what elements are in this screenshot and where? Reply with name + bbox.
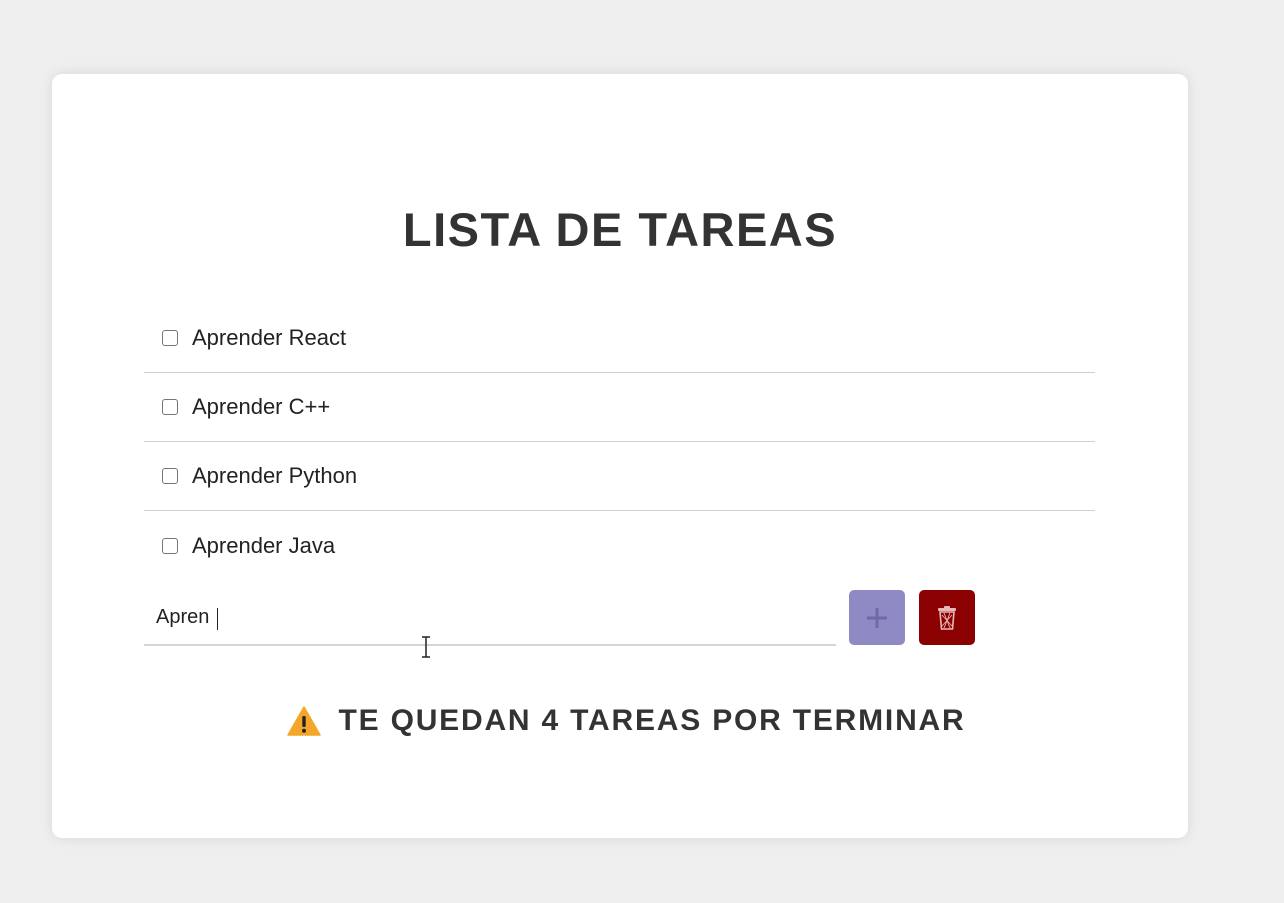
new-task-input[interactable]	[144, 590, 836, 646]
task-item: Aprender Java	[144, 511, 1095, 580]
task-label: Aprender C++	[192, 394, 331, 419]
status-text: TE QUEDAN 4 TAREAS POR TERMINAR	[338, 704, 966, 737]
task-item: Aprender React	[144, 304, 1095, 373]
page-title: LISTA DE TAREAS	[402, 203, 838, 256]
task-checkbox[interactable]	[162, 537, 178, 554]
text-cursor-icon	[422, 636, 430, 658]
text-caret	[217, 608, 218, 630]
add-task-button[interactable]	[849, 590, 905, 645]
task-item: Aprender Python	[144, 442, 1095, 511]
clear-tasks-button[interactable]	[919, 590, 975, 645]
trash-icon	[938, 605, 956, 630]
warning-icon	[286, 706, 321, 736]
task-label: Aprender React	[192, 325, 347, 350]
todo-card: LISTA DE TAREAS Aprender React Aprender …	[52, 74, 1188, 838]
task-checkbox[interactable]	[162, 468, 178, 484]
plus-icon	[867, 607, 887, 628]
task-label: Aprender Java	[192, 532, 336, 558]
task-checkbox[interactable]	[162, 330, 178, 346]
task-list: Aprender React Aprender C++ Aprender Pyt…	[144, 304, 1095, 580]
task-checkbox[interactable]	[162, 399, 178, 415]
task-label: Aprender Python	[192, 463, 358, 488]
new-task-row	[144, 590, 984, 646]
remaining-tasks-status: TE QUEDAN 4 TAREAS POR TERMINAR	[52, 704, 1188, 738]
task-item: Aprender C++	[144, 373, 1095, 442]
